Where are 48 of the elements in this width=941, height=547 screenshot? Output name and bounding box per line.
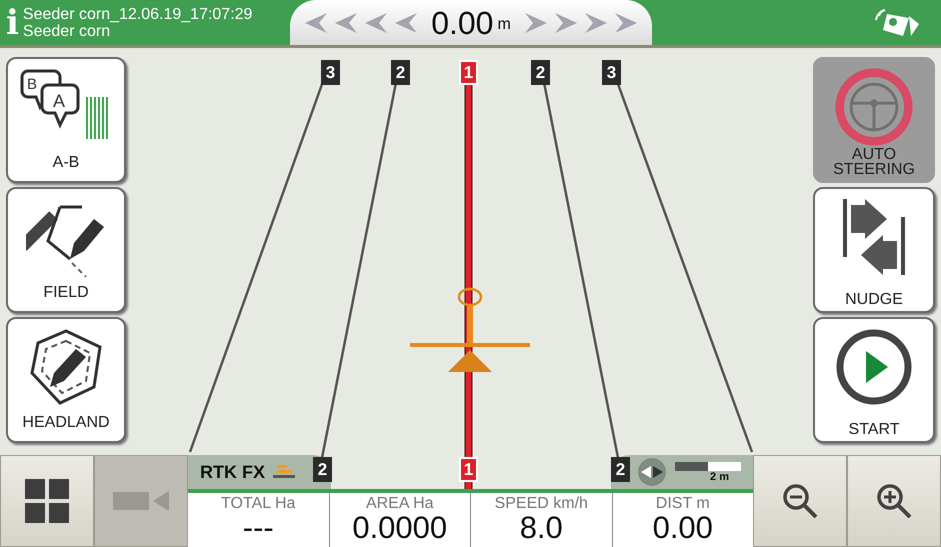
readout-value: 0.00 xyxy=(652,512,713,543)
offset-value: 0.00 xyxy=(431,6,494,38)
lane-number: 1 xyxy=(459,457,478,482)
tool-button[interactable]: B A A-B xyxy=(6,57,126,183)
scale-label: 2 m xyxy=(710,470,729,482)
left-chevron-icon xyxy=(393,10,420,34)
point-letter: B xyxy=(27,76,38,93)
play-circle-icon xyxy=(834,327,914,407)
implement-name: Seeder corn xyxy=(22,22,112,40)
toolbar-button[interactable] xyxy=(0,455,94,547)
grid-menu-icon xyxy=(25,479,69,523)
lane-number: 2 xyxy=(611,457,630,482)
lane-number: 2 xyxy=(391,60,410,85)
toolbar-button[interactable] xyxy=(847,455,941,547)
compass-icon xyxy=(637,457,667,487)
left-chevron-icon xyxy=(303,10,330,34)
toolbar-button[interactable] xyxy=(753,455,847,547)
signal-bars-icon xyxy=(273,465,295,479)
right-chevron-icon xyxy=(582,10,609,34)
gps-status: RTK FX xyxy=(200,460,265,484)
readout-label: DIST m xyxy=(656,496,710,512)
readout-label: SPEED km/h xyxy=(494,496,588,512)
lane-number: 3 xyxy=(602,60,621,85)
scale-bar-icon xyxy=(675,462,741,470)
right-chevron-icon xyxy=(612,10,639,34)
point-letter: A xyxy=(53,91,66,111)
readout-label: TOTAL Ha xyxy=(221,496,296,512)
readout-value: 8.0 xyxy=(520,512,563,543)
tool-button[interactable]: FIELD xyxy=(6,187,126,313)
lane-number: 1 xyxy=(459,60,478,85)
tool-button[interactable]: NUDGE xyxy=(813,187,935,313)
left-chevron-icon xyxy=(363,10,390,34)
lane-number: 2 xyxy=(313,457,332,482)
lane-number: 3 xyxy=(321,60,340,85)
right-chevron-icon xyxy=(552,10,579,34)
offset-unit: m xyxy=(497,15,511,35)
tool-button[interactable]: HEADLAND xyxy=(6,317,126,443)
readout-value: --- xyxy=(242,512,274,543)
left-chevron-icon xyxy=(333,10,360,34)
readout-value: 0.0000 xyxy=(352,512,448,543)
right-chevron-icon xyxy=(522,10,549,34)
tool-button[interactable]: START xyxy=(813,317,935,443)
job-name: Seeder corn_12.06.19_17:07:29 xyxy=(22,6,252,22)
readout-label: AREA Ha xyxy=(366,496,434,512)
zoom-in-icon xyxy=(875,482,913,520)
lane-number: 2 xyxy=(531,60,550,85)
zoom-out-icon xyxy=(781,482,819,520)
wireless-tractor-icon[interactable] xyxy=(875,8,921,38)
